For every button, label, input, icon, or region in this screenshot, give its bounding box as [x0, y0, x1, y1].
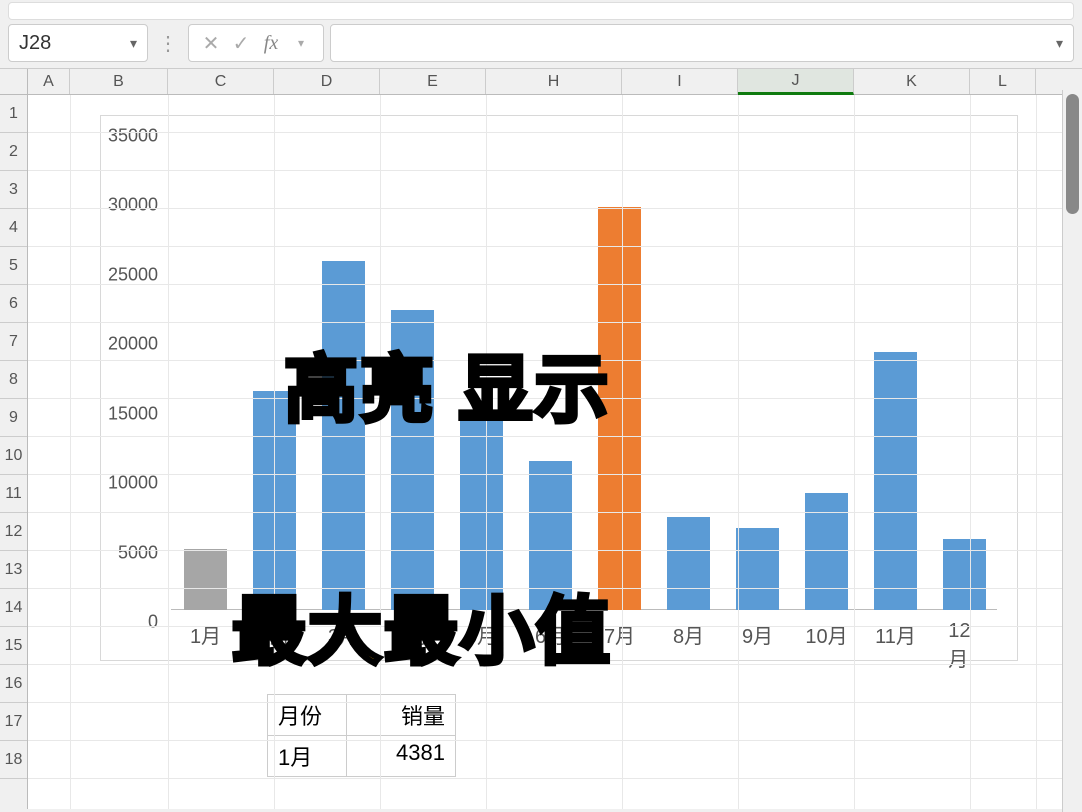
formula-bar-row: J28 ▾ ⋮ ✕ ✓ fx ▾ ▾	[0, 24, 1082, 68]
row-header-13[interactable]: 13	[0, 551, 27, 589]
formula-input[interactable]: ▾	[330, 24, 1074, 62]
table-header[interactable]: 月份	[267, 694, 347, 736]
x-tick-label: 3月	[328, 620, 359, 649]
name-box[interactable]: J28 ▾	[8, 24, 148, 62]
chart-object[interactable]: 05000100001500020000250003000035000 1月2月…	[100, 115, 1018, 661]
grid-body: 123456789101112131415161718 050001000015…	[0, 95, 1082, 809]
row-header-7[interactable]: 7	[0, 323, 27, 361]
bars-container	[171, 126, 997, 610]
y-tick-label: 25000	[108, 264, 158, 285]
scrollbar-thumb[interactable]	[1066, 94, 1079, 214]
x-tick-label: 9月	[742, 620, 773, 649]
row-header-18[interactable]: 18	[0, 741, 27, 779]
separator-icon: ⋮	[154, 31, 182, 56]
y-tick-label: 35000	[108, 126, 158, 147]
x-tick-label: 5月	[466, 620, 497, 649]
row-header-12[interactable]: 12	[0, 513, 27, 551]
x-tick-label: 7月	[604, 620, 635, 649]
row-header-17[interactable]: 17	[0, 703, 27, 741]
name-box-value: J28	[19, 32, 51, 55]
row-header-3[interactable]: 3	[0, 171, 27, 209]
row-header-16[interactable]: 16	[0, 665, 27, 703]
column-header-L[interactable]: L	[970, 69, 1036, 94]
column-header-E[interactable]: E	[380, 69, 486, 94]
formula-buttons: ✕ ✓ fx ▾	[188, 24, 324, 62]
chevron-down-icon[interactable]: ▾	[287, 28, 315, 58]
x-tick-label: 8月	[673, 620, 704, 649]
table-cell[interactable]: 4381	[346, 735, 456, 777]
bar[interactable]	[874, 352, 917, 610]
y-tick-label: 15000	[108, 403, 158, 424]
plot-area	[171, 126, 997, 610]
column-header-C[interactable]: C	[168, 69, 274, 94]
column-header-H[interactable]: H	[486, 69, 622, 94]
bar[interactable]	[184, 549, 227, 610]
x-tick-label: 1月	[190, 620, 221, 649]
row-header-5[interactable]: 5	[0, 247, 27, 285]
ribbon-area	[8, 2, 1074, 20]
y-tick-label: 30000	[108, 195, 158, 216]
bar[interactable]	[736, 528, 779, 610]
data-table: 月份 销量 1月 4381	[268, 695, 456, 777]
x-tick-label: 10月	[805, 620, 847, 649]
row-header-9[interactable]: 9	[0, 399, 27, 437]
column-header-B[interactable]: B	[70, 69, 168, 94]
row-header-10[interactable]: 10	[0, 437, 27, 475]
fx-icon[interactable]: fx	[257, 28, 285, 58]
cancel-icon[interactable]: ✕	[197, 28, 225, 58]
y-tick-label: 5000	[118, 542, 158, 563]
column-header-A[interactable]: A	[28, 69, 70, 94]
column-header-J[interactable]: J	[738, 69, 854, 95]
vertical-scrollbar[interactable]	[1062, 90, 1082, 812]
spreadsheet-grid: ABCDEHIJKL 123456789101112131415161718 0…	[0, 68, 1082, 808]
column-header-D[interactable]: D	[274, 69, 380, 94]
select-all-corner[interactable]	[0, 69, 28, 94]
bar[interactable]	[391, 310, 434, 610]
row-header-1[interactable]: 1	[0, 95, 27, 133]
chevron-down-icon[interactable]: ▾	[1056, 35, 1063, 52]
table-header[interactable]: 销量	[346, 694, 456, 736]
y-tick-label: 20000	[108, 334, 158, 355]
row-header-6[interactable]: 6	[0, 285, 27, 323]
y-axis-labels: 05000100001500020000250003000035000	[101, 126, 166, 610]
enter-icon[interactable]: ✓	[227, 28, 255, 58]
row-header-8[interactable]: 8	[0, 361, 27, 399]
x-axis-labels: 1月2月3月4月5月6月7月8月9月10月11月12月	[171, 620, 997, 648]
bar[interactable]	[667, 517, 710, 610]
row-headers: 123456789101112131415161718	[0, 95, 28, 809]
column-header-K[interactable]: K	[854, 69, 970, 94]
column-header-I[interactable]: I	[622, 69, 738, 94]
chevron-down-icon[interactable]: ▾	[130, 35, 137, 52]
x-tick-label: 6月	[535, 620, 566, 649]
table-cell[interactable]: 1月	[267, 735, 347, 777]
column-headers: ABCDEHIJKL	[0, 69, 1082, 95]
row-header-4[interactable]: 4	[0, 209, 27, 247]
x-tick-label: 11月	[875, 620, 916, 649]
row-header-15[interactable]: 15	[0, 627, 27, 665]
row-header-2[interactable]: 2	[0, 133, 27, 171]
row-header-11[interactable]: 11	[0, 475, 27, 513]
y-tick-label: 10000	[108, 473, 158, 494]
cells-area[interactable]: 05000100001500020000250003000035000 1月2月…	[28, 95, 1082, 809]
x-tick-label: 4月	[397, 620, 428, 649]
bar[interactable]	[805, 493, 848, 610]
y-tick-label: 0	[148, 612, 158, 633]
table-row: 1月 4381	[268, 736, 456, 777]
row-header-14[interactable]: 14	[0, 589, 27, 627]
